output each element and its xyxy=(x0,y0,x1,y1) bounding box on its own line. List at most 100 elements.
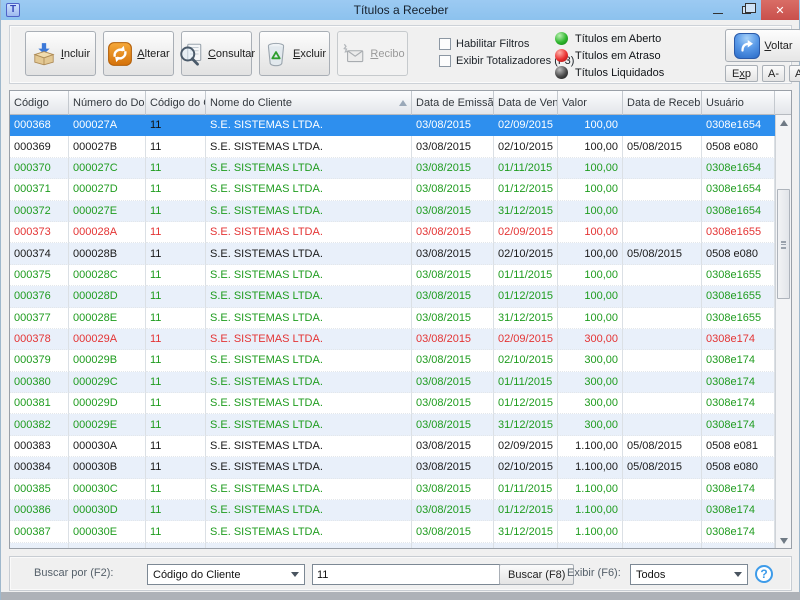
cell-cliente[interactable]: 11 xyxy=(146,393,206,414)
cell-recebimento[interactable] xyxy=(623,115,702,136)
buscar-button[interactable]: Buscar (F8) xyxy=(499,564,574,585)
cell-usuario[interactable]: 0308e174 xyxy=(702,350,775,371)
column-header-recebimento[interactable]: Data de Recebimento xyxy=(623,91,702,115)
cell-documento[interactable]: 000030C xyxy=(69,479,146,500)
cell-recebimento[interactable] xyxy=(623,179,702,200)
cell-nome[interactable]: S.E. SISTEMAS LTDA. xyxy=(206,158,412,179)
cell-nome[interactable]: S.E. SISTEMAS LTDA. xyxy=(206,393,412,414)
cell-documento[interactable]: 000030E xyxy=(69,521,146,542)
cell-documento[interactable]: 000027B xyxy=(69,136,146,157)
table-row-000373[interactable]: 000373000028A11S.E. SISTEMAS LTDA.03/08/… xyxy=(10,222,791,243)
cell-documento[interactable]: 000028D xyxy=(69,286,146,307)
cell-emissao[interactable]: 03/08/2015 xyxy=(412,158,494,179)
cell-valor[interactable]: 300,00 xyxy=(558,414,623,435)
table-row-000371[interactable]: 000371000027D11S.E. SISTEMAS LTDA.03/08/… xyxy=(10,179,791,200)
cell-nome[interactable]: S.E. SISTEMAS LTDA. xyxy=(206,308,412,329)
cell-usuario[interactable]: 0508 e080 xyxy=(702,457,775,478)
cell-vencimento[interactable]: 01/11/2015 xyxy=(494,479,558,500)
cell-vencimento[interactable]: 01/12/2015 xyxy=(494,286,558,307)
table-row-000375[interactable]: 000375000028C11S.E. SISTEMAS LTDA.03/08/… xyxy=(10,265,791,286)
cell-nome[interactable] xyxy=(206,543,412,548)
cell-valor[interactable]: 100,00 xyxy=(558,179,623,200)
cell-valor[interactable]: 1.100,00 xyxy=(558,479,623,500)
scroll-up-button[interactable] xyxy=(776,115,791,130)
table-row-000380[interactable]: 000380000029C11S.E. SISTEMAS LTDA.03/08/… xyxy=(10,372,791,393)
cell-cliente[interactable]: 11 xyxy=(146,500,206,521)
cell-codigo[interactable]: 000375 xyxy=(10,265,69,286)
cell-vencimento[interactable]: 02/10/2015 xyxy=(494,136,558,157)
cell-usuario[interactable]: 0308e174 xyxy=(702,372,775,393)
cell-emissao[interactable]: 03/08/2015 xyxy=(412,414,494,435)
cell-usuario[interactable]: 0308e1654 xyxy=(702,115,775,136)
cell-cliente[interactable]: 11 xyxy=(146,243,206,264)
column-header-codigo[interactable]: Código xyxy=(10,91,69,115)
cell-usuario[interactable]: 0308e1654 xyxy=(702,158,775,179)
cell-codigo[interactable]: 000385 xyxy=(10,479,69,500)
cell-documento[interactable]: 000028E xyxy=(69,308,146,329)
cell-cliente[interactable]: 11 xyxy=(146,414,206,435)
cell-documento[interactable] xyxy=(69,543,146,548)
cell-recebimento[interactable] xyxy=(623,350,702,371)
cell-vencimento[interactable]: 31/12/2015 xyxy=(494,201,558,222)
cell-recebimento[interactable]: 05/08/2015 xyxy=(623,136,702,157)
column-header-nome[interactable]: Nome do Cliente xyxy=(206,91,412,115)
cell-usuario[interactable]: 0508 e081 xyxy=(702,436,775,457)
cell-recebimento[interactable] xyxy=(623,414,702,435)
cell-codigo[interactable]: 000371 xyxy=(10,179,69,200)
cell-vencimento[interactable]: 01/11/2015 xyxy=(494,158,558,179)
cell-documento[interactable]: 000028C xyxy=(69,265,146,286)
cell-valor[interactable]: 1.100,00 xyxy=(558,500,623,521)
cell-recebimento[interactable] xyxy=(623,479,702,500)
cell-cliente[interactable]: 11 xyxy=(146,350,206,371)
cell-usuario[interactable]: 0308e174 xyxy=(702,521,775,542)
recibo-button[interactable]: Recibo xyxy=(337,31,408,76)
table-row-000385[interactable]: 000385000030C11S.E. SISTEMAS LTDA.03/08/… xyxy=(10,479,791,500)
cell-recebimento[interactable] xyxy=(623,265,702,286)
cell-emissao[interactable]: 03/08/2015 xyxy=(412,479,494,500)
cell-cliente[interactable]: 11 xyxy=(146,265,206,286)
cell-cliente[interactable]: 11 xyxy=(146,158,206,179)
cell-nome[interactable]: S.E. SISTEMAS LTDA. xyxy=(206,265,412,286)
cell-cliente[interactable]: 11 xyxy=(146,286,206,307)
cell-vencimento[interactable]: 31/12/2015 xyxy=(494,521,558,542)
cell-nome[interactable]: S.E. SISTEMAS LTDA. xyxy=(206,350,412,371)
cell-valor[interactable]: 300,00 xyxy=(558,372,623,393)
cell-emissao[interactable]: 03/08/2015 xyxy=(412,179,494,200)
cell-vencimento[interactable]: 01/11/2015 xyxy=(494,372,558,393)
scroll-down-button[interactable] xyxy=(776,533,791,548)
cell-nome[interactable]: S.E. SISTEMAS LTDA. xyxy=(206,201,412,222)
help-icon[interactable]: ? xyxy=(755,565,773,583)
cell-recebimento[interactable]: 05/08/2015 xyxy=(623,457,702,478)
scrollbar-thumb[interactable] xyxy=(777,189,790,299)
cell-valor[interactable]: 300,00 xyxy=(558,350,623,371)
cell-vencimento[interactable]: 02/09/2015 xyxy=(494,222,558,243)
column-header-vencimento[interactable]: Data de Vencimento xyxy=(494,91,558,115)
font-smaller-button[interactable]: A- xyxy=(762,65,785,82)
cell-emissao[interactable]: 03/08/2015 xyxy=(412,372,494,393)
cell-vencimento[interactable]: 02/09/2015 xyxy=(494,329,558,350)
table-row-000377[interactable]: 000377000028E11S.E. SISTEMAS LTDA.03/08/… xyxy=(10,308,791,329)
cell-cliente[interactable]: 11 xyxy=(146,436,206,457)
search-input[interactable] xyxy=(312,564,500,585)
cell-emissao[interactable]: 03/08/2015 xyxy=(412,115,494,136)
cell-valor[interactable]: 1.100,00 xyxy=(558,457,623,478)
cell-codigo[interactable]: 000380 xyxy=(10,372,69,393)
column-header-usuario[interactable]: Usuário xyxy=(702,91,775,115)
cell-nome[interactable]: S.E. SISTEMAS LTDA. xyxy=(206,286,412,307)
table-row-000372[interactable]: 000372000027E11S.E. SISTEMAS LTDA.03/08/… xyxy=(10,201,791,222)
cell-recebimento[interactable] xyxy=(623,222,702,243)
cell-documento[interactable]: 000028B xyxy=(69,243,146,264)
cell-codigo[interactable]: 000376 xyxy=(10,286,69,307)
cell-cliente[interactable]: 11 xyxy=(146,329,206,350)
cell-codigo[interactable]: 000379 xyxy=(10,350,69,371)
column-header-emissao[interactable]: Data de Emissão xyxy=(412,91,494,115)
cell-vencimento[interactable]: 01/11/2015 xyxy=(494,265,558,286)
cell-emissao[interactable]: 03/08/2015 xyxy=(412,393,494,414)
table-row-000387[interactable]: 000387000030E11S.E. SISTEMAS LTDA.03/08/… xyxy=(10,521,791,542)
cell-codigo[interactable]: 000387 xyxy=(10,521,69,542)
cell-codigo[interactable]: 000377 xyxy=(10,308,69,329)
cell-cliente[interactable]: 11 xyxy=(146,308,206,329)
cell-emissao[interactable]: 03/08/2015 xyxy=(412,350,494,371)
cell-documento[interactable]: 000029B xyxy=(69,350,146,371)
cell-documento[interactable]: 000027C xyxy=(69,158,146,179)
